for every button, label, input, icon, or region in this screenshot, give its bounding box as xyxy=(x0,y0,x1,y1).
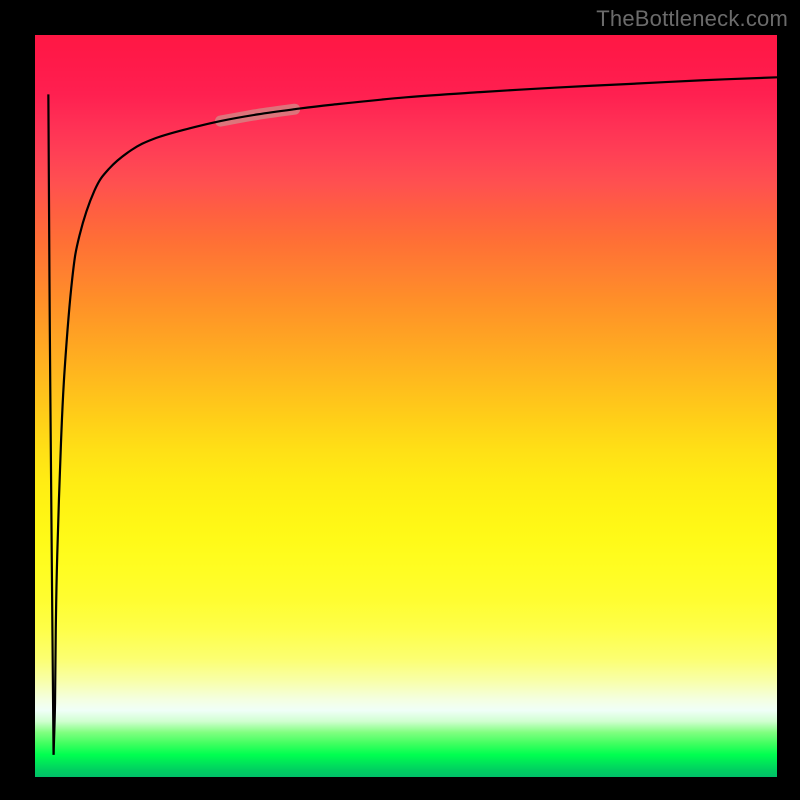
plot-area xyxy=(35,35,777,777)
curve-svg xyxy=(35,35,777,777)
main-curve-path xyxy=(54,77,777,754)
initial-drop-path xyxy=(48,94,53,754)
watermark-text: TheBottleneck.com xyxy=(596,6,788,32)
